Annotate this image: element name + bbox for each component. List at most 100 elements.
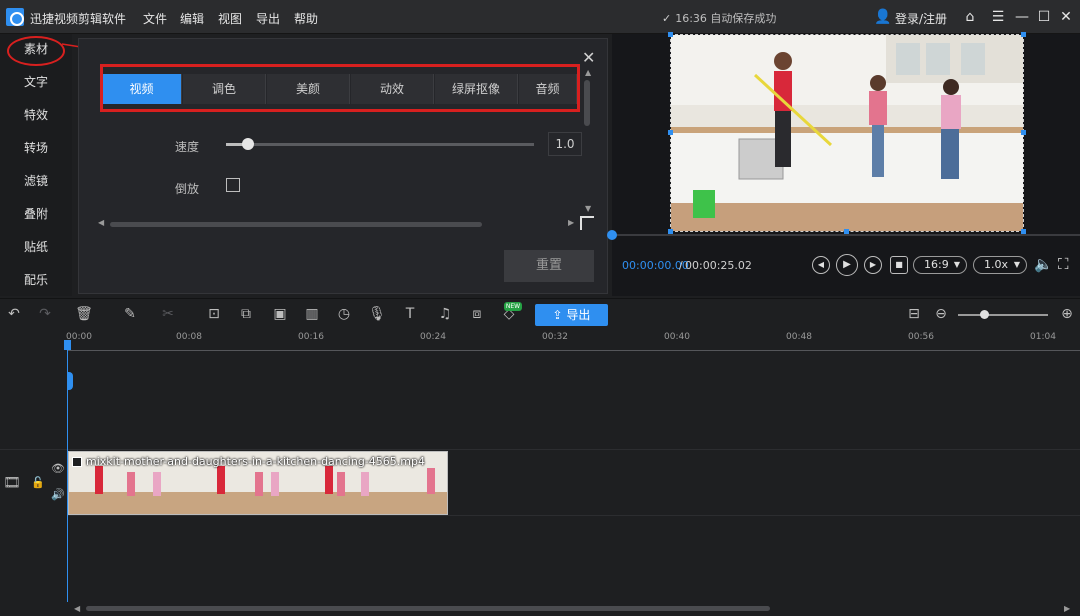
ruler-tick-label: 00:40 [664,332,690,342]
sidebar-item-transitions[interactable]: 转场 [0,133,72,163]
user-icon: 👤 [874,9,892,25]
home-icon[interactable]: ⌂ [962,9,978,25]
scroll-right-icon[interactable]: ▶ [1064,604,1070,613]
next-frame-icon[interactable]: ▶ [864,256,882,274]
crop-icon[interactable]: ⊡ [205,305,223,323]
scroll-right-icon[interactable]: ▶ [568,218,574,227]
new-badge: NEW [504,302,522,311]
scroll-up-icon[interactable]: ▲ [585,68,591,77]
preview-progress-handle[interactable] [607,230,617,240]
sidebar-item-effects[interactable]: 特效 [0,100,72,130]
scroll-down-icon[interactable]: ▼ [585,204,591,213]
zoom-slider-track[interactable] [958,314,1048,316]
add-audio-icon[interactable]: ♫ [436,305,454,323]
scroll-left-icon[interactable]: ◀ [98,218,104,227]
sidebar-item-stickers[interactable]: 贴纸 [0,232,72,262]
reset-button[interactable]: 重置 [504,250,594,282]
time-separator: / [679,259,683,272]
login-link[interactable]: 登录/注册 [895,10,947,27]
speed-value-input[interactable]: 1.0 [548,132,582,156]
crop-handle[interactable] [668,130,673,135]
resize-icon[interactable]: ⧉ [237,305,255,323]
preview-progress-bar[interactable] [612,234,1080,236]
sidebar: 素材 文字 特效 转场 滤镜 叠附 贴纸 配乐 [0,34,72,296]
sidebar-item-text[interactable]: 文字 [0,67,72,97]
zoom-in-icon[interactable]: ⊕ [1058,305,1076,323]
timeline-horizontal-scrollbar[interactable] [86,606,770,611]
close-icon[interactable]: ✕ [1058,9,1074,25]
menu-view[interactable]: 视图 [218,10,242,27]
redo-icon[interactable]: ↷ [36,305,54,323]
sidebar-item-music[interactable]: 配乐 [0,265,72,295]
autosave-text: 16:36 自动保存成功 [675,12,777,25]
play-icon[interactable]: ▶ [836,254,858,276]
playback-rate-select[interactable]: 1.0x ▼ [973,256,1027,274]
zoom-out-icon[interactable]: ⊖ [932,305,950,323]
ruler-tick-label: 01:04 [1030,332,1056,342]
ruler-tick-label: 00:16 [298,332,324,342]
panel-horizontal-scrollbar[interactable] [110,222,482,227]
stop-icon[interactable]: ■ [890,256,908,274]
mosaic-icon[interactable]: ▣ [271,305,289,323]
layer-icon[interactable]: ⧈ [468,305,486,323]
clip-type-icon [72,457,82,467]
autosave-status: ✓ 16:36 自动保存成功 [662,10,776,26]
speed-slider-track[interactable] [226,143,534,146]
previous-frame-icon[interactable]: ◀ [812,256,830,274]
delete-icon[interactable]: 🗑 [75,305,93,323]
menu-export[interactable]: 导出 [256,10,280,27]
ruler-tick-label: 00:32 [542,332,568,342]
menu-file[interactable]: 文件 [143,10,167,27]
export-button[interactable]: ⇪ 导出 [535,304,608,326]
ruler-tick-label: 00:24 [420,332,446,342]
resize-handle-icon[interactable] [580,216,594,230]
text-to-speech-icon[interactable]: T [401,305,419,323]
check-icon: ✓ [662,12,672,25]
microphone-icon[interactable]: 🎙 [368,305,386,323]
annotation-circle [7,36,65,66]
minimize-icon[interactable]: — [1014,9,1030,25]
eye-icon[interactable]: 👁 [51,462,65,475]
maximize-icon[interactable]: ☐ [1036,9,1052,25]
fullscreen-icon[interactable]: ⛶ [1058,255,1069,273]
aspect-ratio-select[interactable]: 16:9 ▼ [913,256,967,274]
playhead-marker[interactable] [67,372,73,390]
sidebar-item-overlay[interactable]: 叠附 [0,199,72,229]
crop-handle[interactable] [1021,130,1026,135]
scroll-left-icon[interactable]: ◀ [74,604,80,613]
panel-vertical-scrollbar[interactable] [584,80,590,126]
reverse-label: 倒放 [175,182,200,196]
fit-timeline-icon[interactable]: ⊟ [905,305,923,323]
chevron-down-icon: ▼ [1013,260,1020,269]
export-label: 导出 [566,308,591,322]
timeline-ruler[interactable] [68,350,1080,351]
cut-icon[interactable]: ✂ [159,305,177,323]
title-bar: 迅捷视频剪辑软件 文件 编辑 视图 导出 帮助 ✓ 16:36 自动保存成功 👤 … [0,0,1080,34]
annotation-rectangle [100,64,580,112]
crop-handle[interactable] [668,32,673,37]
edit-icon[interactable]: ✎ [121,305,139,323]
clock-icon[interactable]: ◷ [335,305,353,323]
audio-waveform-icon[interactable]: ▥ [303,305,321,323]
ruler-tick-label: 00:48 [786,332,812,342]
volume-icon[interactable]: 🔈 [1034,255,1053,273]
speaker-icon[interactable]: 🔊 [51,488,65,501]
sidebar-item-filters[interactable]: 滤镜 [0,166,72,196]
aspect-ratio-value: 16:9 [924,258,949,271]
lock-icon[interactable]: 🔓 [31,476,45,489]
preview-video-frame[interactable] [670,34,1024,232]
menu-icon[interactable]: ☰ [990,9,1006,25]
zoom-slider-handle[interactable] [980,310,989,319]
preview-image [671,35,1023,231]
speed-slider-handle[interactable] [241,138,254,150]
timeline-track-empty[interactable] [0,352,1080,450]
playback-rate-value: 1.0x [984,258,1009,271]
panel-close-icon[interactable]: ✕ [582,48,595,67]
speed-label: 速度 [175,140,200,154]
crop-handle[interactable] [1021,32,1026,37]
reverse-checkbox[interactable] [226,178,240,192]
menu-edit[interactable]: 编辑 [180,10,204,27]
video-track-header: 🎞 🔓 👁 🔊 [0,450,68,516]
menu-help[interactable]: 帮助 [294,10,318,27]
undo-icon[interactable]: ↶ [5,305,23,323]
